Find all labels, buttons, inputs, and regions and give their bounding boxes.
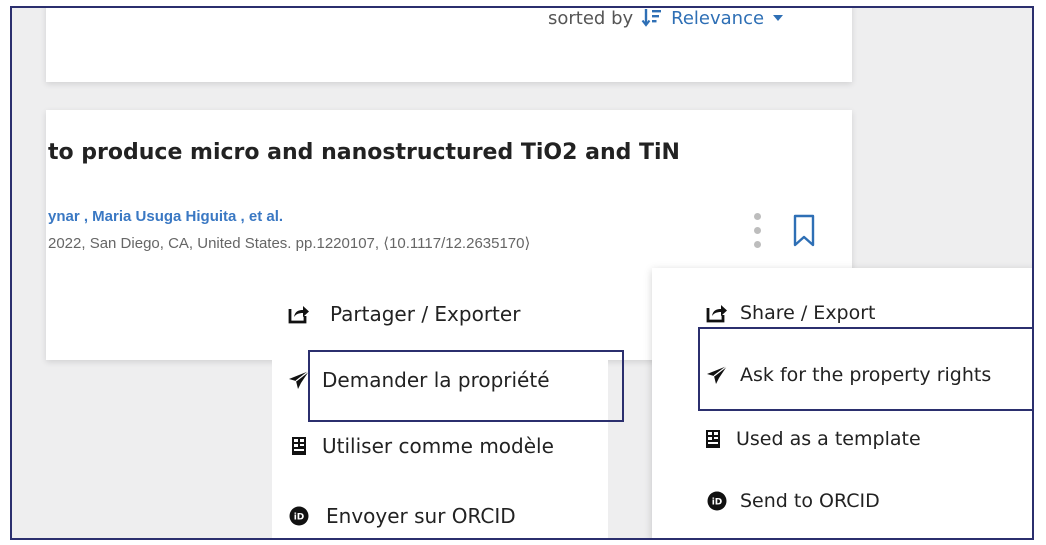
more-options-icon[interactable] — [750, 213, 764, 255]
menu-item-label: Partager / Exporter — [330, 302, 521, 326]
sort-descending-icon — [641, 8, 663, 29]
screenshot-frame: sorted by Relevance to produce micro and… — [10, 6, 1034, 540]
share-export-icon — [706, 303, 728, 323]
template-icon — [702, 429, 724, 449]
paper-plane-icon — [288, 370, 310, 390]
highlight-box-fr — [308, 350, 624, 422]
menu-item-share-export-fr[interactable]: Partager / Exporter — [288, 302, 520, 326]
results-header-card: sorted by Relevance — [46, 7, 852, 82]
menu-item-use-template-fr[interactable]: Utiliser comme modèle — [288, 434, 554, 458]
menu-item-label: Utiliser comme modèle — [322, 434, 554, 458]
highlight-box-en — [698, 327, 1032, 411]
sort-control[interactable]: sorted by Relevance — [548, 7, 784, 31]
result-citation: 2022, San Diego, CA, United States. pp.1… — [48, 235, 531, 252]
sort-value[interactable]: Relevance — [671, 8, 764, 29]
svg-text:iD: iD — [294, 513, 305, 523]
share-export-icon — [288, 304, 310, 324]
caret-down-icon[interactable] — [772, 13, 784, 23]
result-title[interactable]: to produce micro and nanostructured TiO2… — [48, 140, 680, 165]
menu-item-label: Send to ORCID — [740, 490, 880, 512]
menu-item-share-export-en[interactable]: Share / Export — [706, 302, 876, 324]
menu-item-use-template-en[interactable]: Used as a template — [702, 428, 921, 450]
bookmark-icon[interactable] — [792, 214, 816, 253]
menu-item-label: Used as a template — [736, 428, 921, 450]
menu-item-send-orcid-fr[interactable]: iD Envoyer sur ORCID — [288, 504, 516, 528]
menu-item-send-orcid-en[interactable]: iD Send to ORCID — [706, 490, 880, 512]
sort-prefix: sorted by — [548, 7, 634, 29]
template-icon — [288, 436, 310, 456]
result-authors[interactable]: ynar , Maria Usuga Higuita , et al. — [48, 208, 283, 225]
orcid-icon: iD — [288, 506, 310, 526]
menu-item-label: Envoyer sur ORCID — [326, 504, 516, 528]
orcid-icon: iD — [706, 491, 728, 511]
svg-text:iD: iD — [712, 498, 723, 508]
menu-item-label: Share / Export — [740, 302, 876, 324]
